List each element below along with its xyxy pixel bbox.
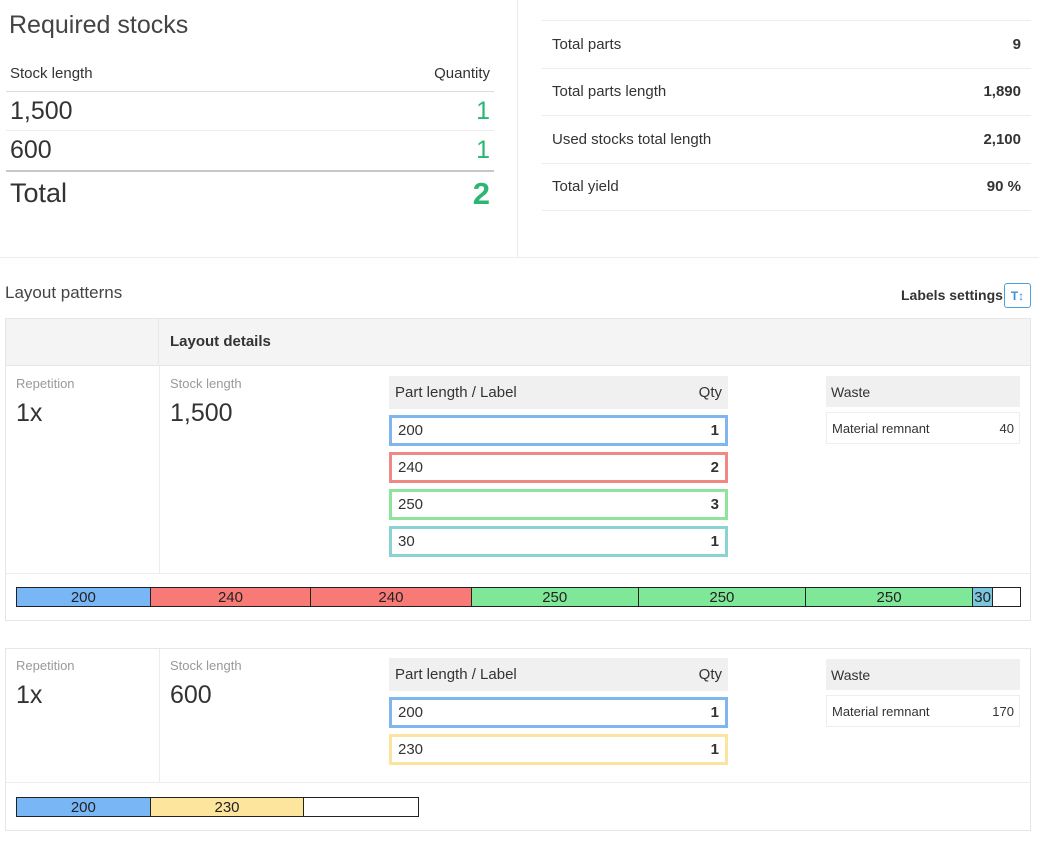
waste-row: Material remnant 40 [826, 412, 1020, 444]
stock-length-value: 1,500 [10, 96, 73, 125]
bar-segment-waste [993, 588, 1020, 606]
waste-header: Waste [826, 376, 1020, 407]
stat-value: 1,890 [983, 83, 1021, 101]
stat-value: 90 % [986, 178, 1021, 196]
bar-segment-part: 230 [150, 798, 305, 816]
stat-row-total-parts-length: Total parts length 1,890 [542, 69, 1031, 116]
total-label: Total [10, 178, 68, 208]
pattern-details: Repetition 1x Stock length 600 Part leng… [6, 649, 1030, 783]
table-row: 1,500 1 [6, 92, 494, 131]
quantity-column-header: Quantity [434, 64, 490, 82]
qty-header: Qty [698, 666, 722, 683]
part-qty: 2 [710, 459, 719, 476]
stat-row-total-parts: Total parts 9 [542, 21, 1031, 69]
part-row[interactable]: 240 2 [389, 452, 728, 483]
waste-label: Material remnant [832, 420, 930, 436]
qty-header: Qty [698, 384, 722, 401]
required-stocks-title: Required stocks [9, 11, 189, 39]
column-divider [159, 366, 160, 573]
part-qty: 3 [710, 496, 719, 513]
stat-label: Total parts length [552, 83, 667, 101]
waste-row: Material remnant 170 [826, 695, 1020, 727]
stock-quantity-value: 1 [476, 96, 490, 125]
waste-table: Waste Material remnant 40 [826, 376, 1020, 444]
part-length-label-header: Part length / Label [395, 384, 517, 401]
stock-length-value: 600 [10, 136, 52, 164]
stat-value: 9 [1012, 35, 1021, 53]
required-stocks-header: Stock length Quantity [6, 55, 494, 92]
layout-details-header: Layout details [5, 318, 1031, 366]
bar-segment-part: 250 [471, 588, 639, 606]
cutting-layout-bar: 200 230 [16, 797, 419, 817]
layout-patterns-title: Layout patterns [5, 283, 123, 302]
pattern-details: Repetition 1x Stock length 1,500 Part le… [6, 366, 1030, 574]
statistics-table: Total parts 9 Total parts length 1,890 U… [542, 20, 1031, 211]
part-length-label-header: Part length / Label [395, 666, 517, 683]
bar-segment-part: 30 [973, 588, 994, 606]
bar-segment-part: 200 [17, 798, 151, 816]
cutting-layout-bar: 200 240 240 250 250 250 30 [16, 587, 1021, 607]
total-quantity: 2 [472, 175, 490, 211]
layout-pattern-1: Repetition 1x Stock length 1,500 Part le… [5, 366, 1031, 621]
repetition-label: Repetition [16, 376, 75, 391]
labels-settings-icon[interactable]: T↕ [1004, 283, 1031, 308]
stat-label: Total parts [552, 35, 622, 53]
bar-segment-part: 240 [150, 588, 312, 606]
part-label: 230 [398, 741, 424, 758]
waste-value: 170 [992, 703, 1014, 719]
header-spacer [6, 319, 159, 365]
column-divider [159, 649, 160, 782]
stock-length-column-header: Stock length [10, 64, 93, 82]
section-divider [517, 0, 518, 258]
stock-length-label: Stock length [170, 658, 242, 673]
repetition-value: 1x [16, 399, 43, 427]
bar-segment-part: 250 [638, 588, 806, 606]
bar-segment-waste [304, 798, 418, 816]
stat-label: Used stocks total length [552, 130, 712, 148]
stat-row-total-yield: Total yield 90 % [542, 164, 1031, 211]
part-row[interactable]: 200 1 [389, 697, 728, 728]
layout-pattern-2: Repetition 1x Stock length 600 Part leng… [5, 648, 1031, 831]
stock-length-value: 1,500 [170, 399, 233, 427]
part-qty: 1 [710, 741, 719, 758]
part-label: 200 [398, 422, 424, 439]
part-label: 30 [398, 533, 415, 550]
parts-table: Part length / Label Qty 200 1 230 1 [389, 658, 728, 765]
stock-length-value: 600 [170, 681, 212, 709]
required-stocks-table: Stock length Quantity 1,500 1 600 1 Tota… [6, 55, 494, 215]
part-label: 240 [398, 459, 424, 476]
part-row[interactable]: 250 3 [389, 489, 728, 520]
stock-quantity-value: 1 [476, 136, 490, 164]
parts-table-header: Part length / Label Qty [389, 658, 728, 691]
table-row: 600 1 [6, 131, 494, 170]
bar-segment-part: 200 [17, 588, 151, 606]
parts-table: Part length / Label Qty 200 1 240 2 250 … [389, 376, 728, 557]
layout-details-caption: Layout details [170, 333, 271, 350]
bar-segment-part: 250 [805, 588, 974, 606]
total-row: Total 2 [6, 170, 494, 215]
waste-header: Waste [826, 659, 1020, 690]
repetition-label: Repetition [16, 658, 75, 673]
part-qty: 1 [710, 704, 719, 721]
part-row[interactable]: 230 1 [389, 734, 728, 765]
waste-table: Waste Material remnant 170 [826, 659, 1020, 727]
stat-row-used-stocks-length: Used stocks total length 2,100 [542, 116, 1031, 164]
waste-label: Material remnant [832, 703, 930, 719]
stock-length-label: Stock length [170, 376, 242, 391]
waste-value: 40 [999, 420, 1014, 436]
labels-settings-link[interactable]: Labels settings [901, 287, 1003, 303]
parts-table-header: Part length / Label Qty [389, 376, 728, 409]
part-row[interactable]: 30 1 [389, 526, 728, 557]
summary-section: Required stocks Stock length Quantity 1,… [0, 0, 1039, 258]
part-label: 200 [398, 704, 424, 721]
repetition-value: 1x [16, 681, 43, 709]
stat-label: Total yield [552, 178, 619, 196]
part-row[interactable]: 200 1 [389, 415, 728, 446]
part-label: 250 [398, 496, 424, 513]
part-qty: 1 [710, 533, 719, 550]
stat-value: 2,100 [983, 130, 1021, 148]
bar-segment-part: 240 [311, 588, 472, 606]
part-qty: 1 [710, 422, 719, 439]
